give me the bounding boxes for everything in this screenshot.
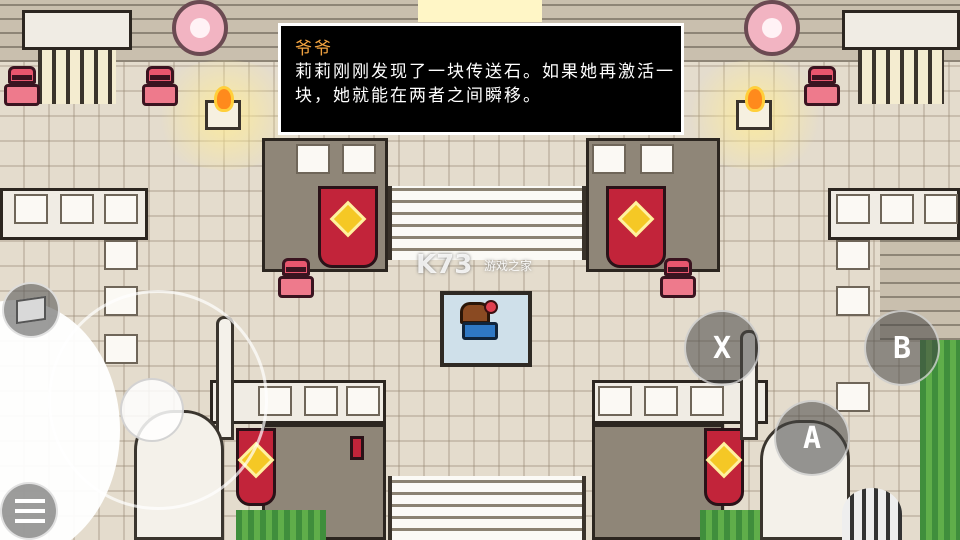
- map-icon: [16, 295, 46, 325]
- wall-tile: [836, 240, 870, 270]
- left-gate: [38, 50, 116, 104]
- dialog-box[interactable]: 爷爷 莉莉刚刚发现了一块传送石。如果她再激活一块，她就能在两者之间瞬移。: [278, 23, 684, 135]
- red-banner-lower-right: [704, 428, 744, 506]
- game-screen: 爷爷 莉莉刚刚发现了一块传送石。如果她再激活一块，她就能在两者之间瞬移。 K73…: [0, 0, 960, 540]
- upper-stairs: [388, 186, 586, 260]
- wall-tile: [592, 144, 626, 174]
- top-right-pillar: [842, 10, 960, 50]
- flower-ornament-right: [744, 0, 800, 56]
- throne-light: [418, 0, 542, 22]
- wall-tile: [296, 144, 330, 174]
- wall-tile: [598, 386, 632, 416]
- b-button[interactable]: B: [864, 310, 940, 386]
- right-gate: [858, 50, 944, 104]
- wall-tile: [346, 386, 380, 416]
- wall-tile: [836, 382, 870, 412]
- lower-stairs: [388, 476, 586, 540]
- a-button[interactable]: A: [774, 400, 850, 476]
- royal-guard: [656, 256, 700, 300]
- flower-ornament-left: [172, 0, 228, 56]
- menu-icon: [15, 499, 45, 503]
- virtual-joystick-knob[interactable]: [120, 378, 184, 442]
- torch-right: [736, 89, 772, 130]
- wall-tile: [342, 144, 376, 174]
- wall-tile: [836, 286, 870, 316]
- dialog-speaker-name: 爷爷: [295, 39, 333, 59]
- wall-tile: [304, 386, 338, 416]
- grass-lower-left: [236, 510, 326, 540]
- watermark-subtitle: 游戏之家: [484, 259, 533, 273]
- map-button[interactable]: [2, 282, 60, 338]
- royal-guard: [800, 64, 844, 108]
- royal-guard: [138, 64, 182, 108]
- top-left-pillar: [22, 10, 132, 50]
- round-shield: [842, 488, 902, 540]
- wall-tile: [644, 386, 678, 416]
- wall-tile: [14, 194, 48, 224]
- royal-guard: [0, 64, 44, 108]
- x-button[interactable]: X: [684, 310, 760, 386]
- wall-tile: [104, 194, 138, 224]
- wall-tile: [924, 194, 958, 224]
- torch-left: [205, 89, 241, 130]
- wall-tile: [60, 194, 94, 224]
- royal-guard: [274, 256, 318, 300]
- wall-tile: [104, 240, 138, 270]
- watermark-logo: K73: [416, 250, 473, 280]
- wall-tile: [640, 144, 674, 174]
- wall-tile: [690, 386, 724, 416]
- hero-lily: [456, 300, 502, 346]
- dialog-message: 莉莉刚刚发现了一块传送石。如果她再激活一块，她就能在两者之间瞬移。: [295, 62, 675, 106]
- menu-button[interactable]: [0, 482, 58, 540]
- wall-tile: [880, 194, 914, 224]
- red-banner-upper-left: [318, 186, 378, 268]
- small-banner: [350, 436, 364, 460]
- wall-tile: [836, 194, 870, 224]
